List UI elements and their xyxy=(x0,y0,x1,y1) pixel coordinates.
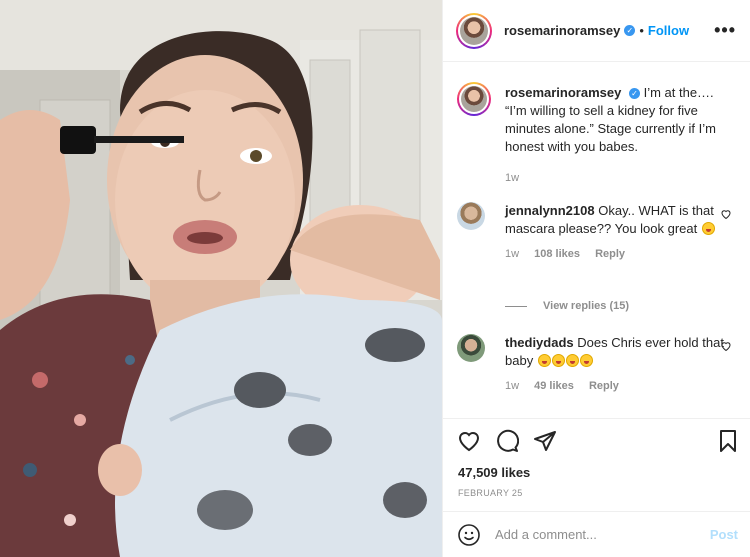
caption-username[interactable]: rosemarinoramsey xyxy=(505,85,621,100)
comment-likes[interactable]: 108 likes xyxy=(534,248,580,260)
comment-time: 1w xyxy=(505,248,520,260)
tongue-emoji-icon xyxy=(565,354,579,367)
avatar[interactable] xyxy=(456,12,492,49)
view-replies-label: View replies (15) xyxy=(543,300,630,312)
verified-badge-icon: ✓ xyxy=(628,88,640,99)
post-image xyxy=(0,0,442,557)
paper-plane-icon[interactable] xyxy=(533,429,557,453)
more-options-icon[interactable]: ••• xyxy=(714,20,736,41)
caption: rosemarinoramsey ✓ I’m at the…. “I’m wil… xyxy=(457,82,734,184)
comment-like-icon[interactable] xyxy=(720,340,732,352)
comment-avatar[interactable] xyxy=(457,202,485,230)
follow-button[interactable]: Follow xyxy=(648,23,689,38)
comment-meta: 1w 49 likes Reply xyxy=(505,380,734,392)
star-struck-emoji-icon xyxy=(701,222,715,235)
post-panel: rosemarinoramsey ✓ • Follow ••• rosemari… xyxy=(442,0,750,557)
add-comment-bar: Post xyxy=(443,511,750,557)
heart-icon[interactable] xyxy=(457,429,481,453)
comment-meta: 1w 108 likes Reply xyxy=(505,248,734,260)
header-username[interactable]: rosemarinoramsey xyxy=(504,23,620,38)
comment-item: jennalynn2108 Okay.. WHAT is that mascar… xyxy=(457,202,734,260)
reply-button[interactable]: Reply xyxy=(595,248,625,260)
post-date: FEBRUARY 25 xyxy=(458,488,523,498)
tongue-emoji-icon xyxy=(551,354,565,367)
comment-time: 1w xyxy=(505,380,520,392)
caption-time: 1w xyxy=(505,172,520,184)
comment-icon[interactable] xyxy=(495,429,519,453)
comment-avatar[interactable] xyxy=(457,334,485,362)
comment-body: thediydads Does Chris ever hold that bab… xyxy=(505,334,734,370)
tongue-emoji-icon xyxy=(537,354,551,367)
action-icons xyxy=(443,419,750,463)
bookmark-icon[interactable] xyxy=(716,429,740,453)
comment-like-icon[interactable] xyxy=(720,208,732,220)
caption-avatar[interactable] xyxy=(457,82,491,116)
caption-meta: 1w xyxy=(505,172,734,184)
caption-body: rosemarinoramsey ✓ I’m at the…. “I’m wil… xyxy=(505,84,734,156)
comment-body: jennalynn2108 Okay.. WHAT is that mascar… xyxy=(505,202,734,238)
comment-item: thediydads Does Chris ever hold that bab… xyxy=(457,334,734,392)
verified-badge-icon: ✓ xyxy=(624,25,636,36)
comments-section[interactable]: rosemarinoramsey ✓ I’m at the…. “I’m wil… xyxy=(443,62,750,417)
post-button[interactable]: Post xyxy=(710,527,738,542)
action-bar: 47,509 likes FEBRUARY 25 xyxy=(443,418,750,498)
instagram-post: rosemarinoramsey ✓ • Follow ••• rosemari… xyxy=(0,0,750,557)
tongue-emoji-icon xyxy=(579,354,593,367)
comment-input[interactable] xyxy=(493,526,710,543)
post-photo[interactable] xyxy=(0,0,442,557)
post-header: rosemarinoramsey ✓ • Follow ••• xyxy=(443,0,750,62)
view-replies-button[interactable]: View replies (15) xyxy=(505,300,629,312)
smiley-icon[interactable] xyxy=(457,523,481,547)
separator-dot: • xyxy=(639,23,644,38)
comment-username[interactable]: jennalynn2108 xyxy=(505,203,595,218)
comment-likes[interactable]: 49 likes xyxy=(534,380,574,392)
reply-button[interactable]: Reply xyxy=(589,380,619,392)
likes-count[interactable]: 47,509 likes xyxy=(443,465,750,480)
view-replies-line xyxy=(505,305,527,307)
comment-username[interactable]: thediydads xyxy=(505,335,574,350)
